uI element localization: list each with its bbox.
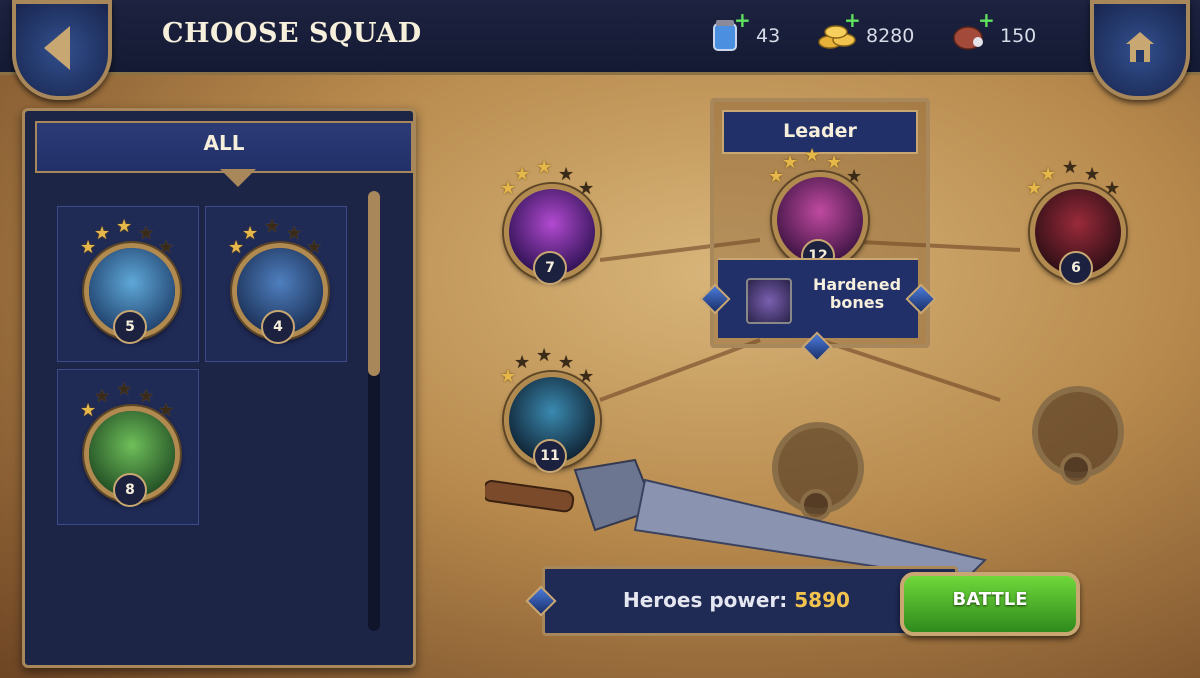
- empty-squad-slot[interactable]: [1024, 360, 1128, 485]
- hero-level-badge: 4: [261, 310, 295, 344]
- filter-dropdown[interactable]: ALL: [35, 121, 413, 187]
- star-icon: ★: [1084, 164, 1101, 185]
- home-button[interactable]: [1090, 0, 1190, 100]
- potion-jar-icon: +: [706, 10, 751, 54]
- star-rating: ★ ★ ★ ★ ★: [764, 146, 868, 186]
- add-potions-icon[interactable]: +: [734, 10, 751, 30]
- leader-hero[interactable]: ★ ★ ★ ★ ★ 12: [764, 146, 868, 273]
- star-icon: ★: [158, 237, 175, 258]
- star-icon: ★: [264, 216, 281, 237]
- filter-label: ALL: [203, 131, 245, 155]
- roster-slot[interactable]: ★ ★ ★ ★ ★ 5: [57, 206, 199, 362]
- hero-level-badge: 8: [113, 473, 147, 507]
- star-icon: ★: [558, 352, 575, 373]
- squad-hero-slot[interactable]: ★ ★ ★ ★ ★ 6: [1022, 158, 1126, 285]
- hero-level-badge: 6: [1059, 251, 1093, 285]
- roster-scrollbar[interactable]: [368, 191, 380, 631]
- heroes-power-bar: Heroes power: 5890: [542, 566, 958, 636]
- star-icon: ★: [846, 166, 863, 187]
- star-icon: ★: [578, 366, 595, 387]
- star-icon: ★: [514, 164, 531, 185]
- empty-slot-level-socket: [1060, 453, 1092, 485]
- leader-skill[interactable]: Hardened bones: [718, 258, 918, 338]
- star-icon: ★: [306, 237, 323, 258]
- star-icon: ★: [536, 345, 553, 366]
- star-icon: ★: [138, 386, 155, 407]
- battle-button[interactable]: BATTLE: [900, 572, 1080, 636]
- resource-meat[interactable]: + 150: [950, 10, 1037, 54]
- skull-skill-icon: [746, 278, 792, 324]
- star-icon: ★: [578, 178, 595, 199]
- resource-potions[interactable]: + 43: [706, 10, 781, 54]
- star-icon: ★: [1104, 178, 1121, 199]
- chevron-down-icon: [220, 169, 256, 187]
- add-meat-icon[interactable]: +: [978, 10, 995, 30]
- heroes-power: Heroes power: 5890: [623, 588, 850, 612]
- star-icon: ★: [558, 164, 575, 185]
- star-icon: ★: [242, 223, 259, 244]
- hero-level-badge: 5: [113, 310, 147, 344]
- star-icon: ★: [94, 223, 111, 244]
- home-icon: [1126, 32, 1154, 62]
- star-rating: ★ ★ ★ ★ ★: [496, 346, 600, 386]
- star-icon: ★: [536, 157, 553, 178]
- star-icon: ★: [116, 379, 133, 400]
- raw-meat-icon: +: [950, 10, 995, 54]
- add-gold-icon[interactable]: +: [844, 10, 861, 30]
- star-icon: ★: [1040, 164, 1057, 185]
- star-icon: ★: [158, 400, 175, 421]
- roster-slot[interactable]: ★ ★ ★ ★ ★ 4: [205, 206, 347, 362]
- star-rating: ★ ★ ★ ★ ★: [76, 217, 180, 257]
- star-icon: ★: [804, 145, 821, 166]
- star-rating: ★ ★ ★ ★ ★: [496, 158, 600, 198]
- squad-hero-slot[interactable]: ★ ★ ★ ★ ★ 7: [496, 158, 600, 285]
- star-icon: ★: [782, 152, 799, 173]
- potions-count: 43: [756, 25, 781, 47]
- star-icon: ★: [116, 216, 133, 237]
- hero-level-badge: 7: [533, 251, 567, 285]
- power-value: 5890: [794, 588, 850, 612]
- star-icon: ★: [94, 386, 111, 407]
- hero-card[interactable]: ★ ★ ★ ★ ★ 4: [224, 217, 328, 344]
- star-icon: ★: [514, 352, 531, 373]
- star-icon: ★: [138, 223, 155, 244]
- hero-card[interactable]: ★ ★ ★ ★ ★ 8: [76, 380, 180, 507]
- leader-skill-name: Hardened bones: [812, 275, 902, 312]
- page-title: CHOOSE SQUAD: [162, 18, 422, 49]
- leader-label: Leader: [783, 120, 857, 142]
- star-rating: ★ ★ ★ ★ ★: [76, 380, 180, 420]
- resource-gold[interactable]: + 8280: [816, 10, 915, 54]
- leader-card[interactable]: Leader ★ ★ ★ ★ ★ 12 Hardened bones: [710, 98, 930, 348]
- scrollbar-thumb[interactable]: [368, 191, 380, 376]
- meat-count: 150: [1000, 25, 1037, 47]
- star-icon: ★: [826, 152, 843, 173]
- star-icon: ★: [286, 223, 303, 244]
- hero-card[interactable]: ★ ★ ★ ★ ★ 5: [76, 217, 180, 344]
- back-button[interactable]: [12, 0, 112, 100]
- gold-coins-icon: +: [816, 10, 861, 54]
- gold-count: 8280: [866, 25, 915, 47]
- star-rating: ★ ★ ★ ★ ★: [1022, 158, 1126, 198]
- star-rating: ★ ★ ★ ★ ★: [224, 217, 328, 257]
- roster-slot[interactable]: ★ ★ ★ ★ ★ 8: [57, 369, 199, 525]
- hero-roster-panel: ALL ★ ★ ★ ★ ★ 5 ★ ★ ★ ★ ★ 4 ★ ★ ★ ★ ★ 8: [22, 108, 416, 668]
- star-icon: ★: [1062, 157, 1079, 178]
- power-label: Heroes power:: [623, 588, 788, 612]
- back-arrow-icon: [44, 26, 70, 70]
